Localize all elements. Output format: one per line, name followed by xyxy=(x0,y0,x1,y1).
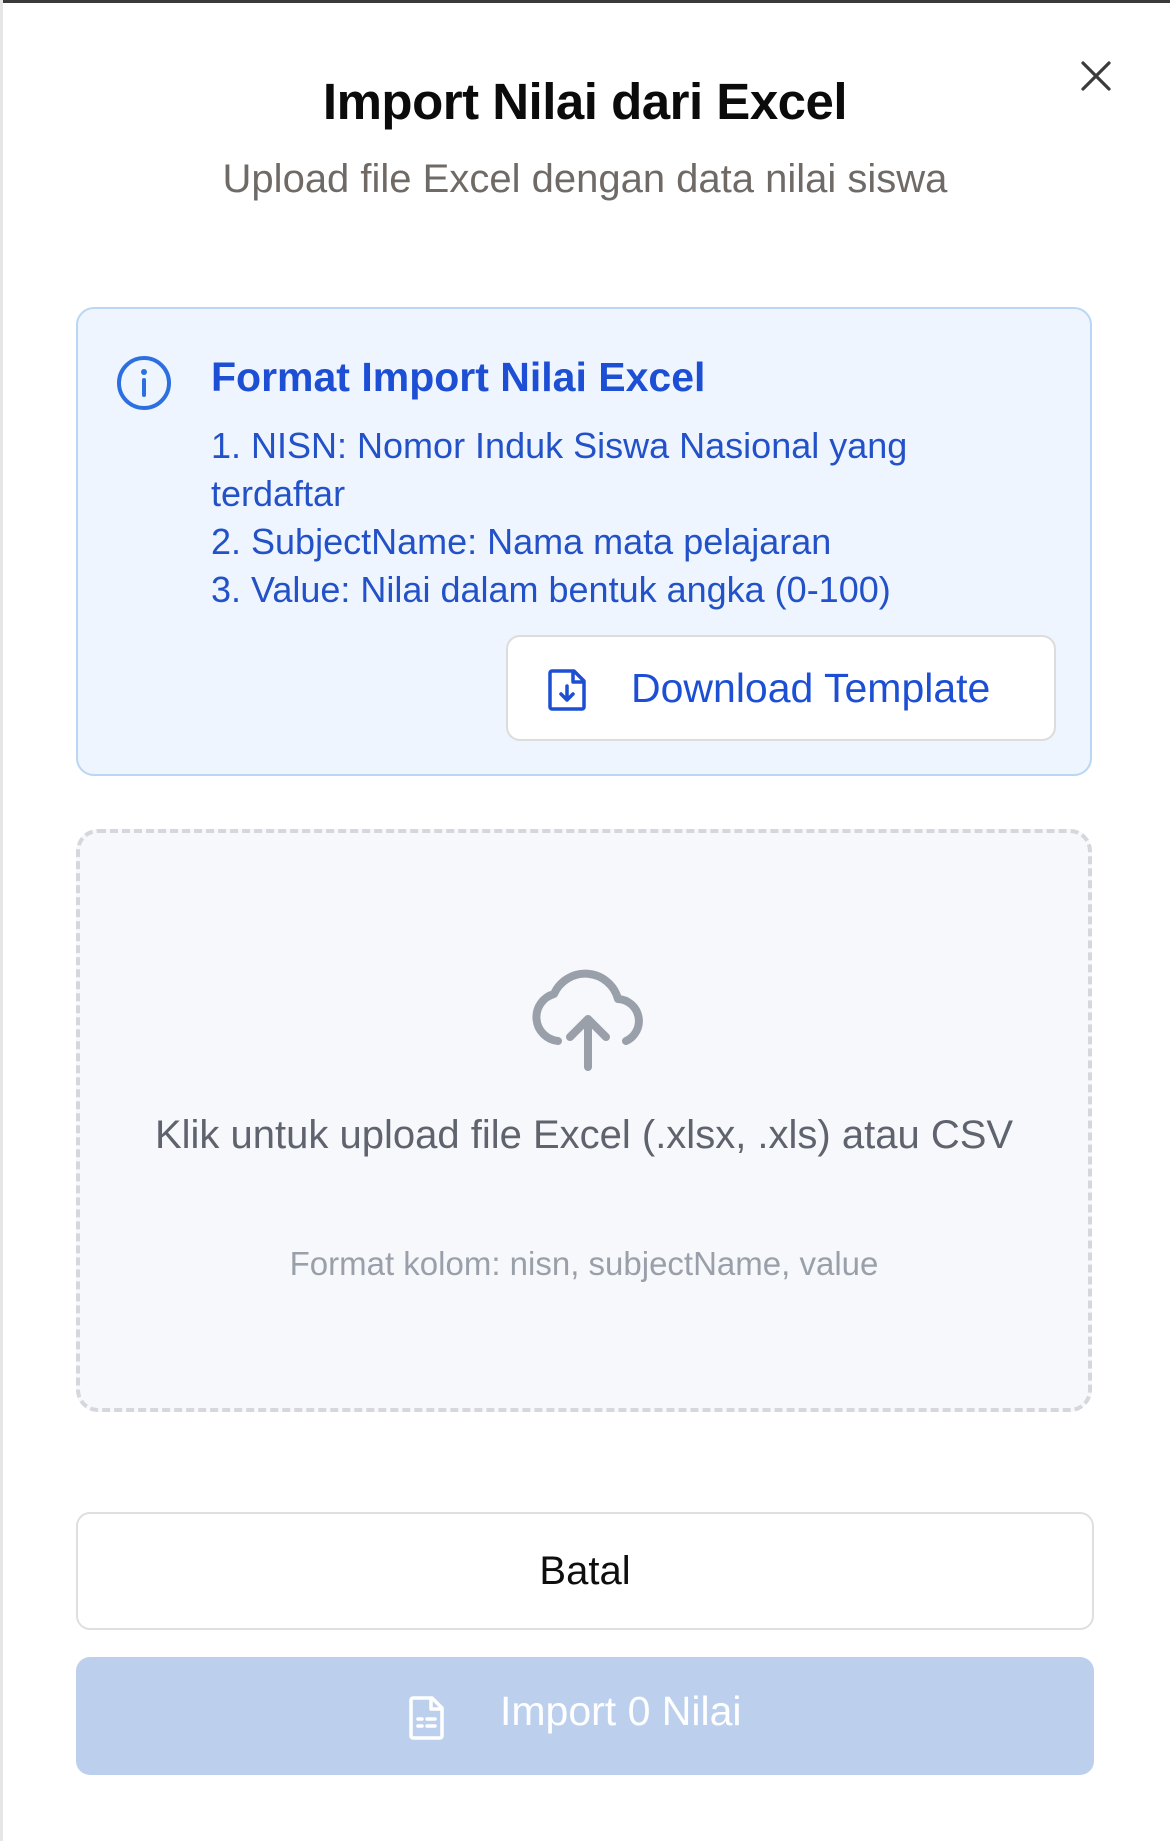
download-template-button[interactable]: Download Template xyxy=(506,635,1056,741)
cancel-button[interactable]: Batal xyxy=(76,1512,1094,1630)
download-template-label: Download Template xyxy=(631,665,991,711)
dialog-title: Import Nilai dari Excel xyxy=(322,73,848,130)
upload-column-hint: Format kolom: nisn, subjectName, value xyxy=(289,1245,879,1282)
file-download-icon xyxy=(548,669,586,711)
info-icon xyxy=(117,356,171,410)
format-item-nisn: 1. NISN: Nomor Induk Siswa Nasional yang… xyxy=(211,425,908,514)
format-info-box: Format Import Nilai Excel 1. NISN: Nomor… xyxy=(76,307,1092,776)
info-title: Format Import Nilai Excel xyxy=(211,354,706,400)
upload-instruction: Klik untuk upload file Excel (.xlsx, .xl… xyxy=(154,1113,1014,1157)
import-button[interactable]: Import 0 Nilai xyxy=(76,1657,1094,1775)
file-upload-dropzone[interactable]: Klik untuk upload file Excel (.xlsx, .xl… xyxy=(76,829,1092,1412)
format-list: 1. NISN: Nomor Induk Siswa Nasional yang… xyxy=(211,422,1031,614)
format-item-value: 3. Value: Nilai dalam bentuk angka (0-10… xyxy=(211,569,891,610)
import-button-label: Import 0 Nilai xyxy=(500,1688,742,1734)
spreadsheet-icon xyxy=(409,1696,444,1740)
cloud-upload-icon xyxy=(532,969,643,1071)
dialog-subtitle: Upload file Excel dengan data nilai sisw… xyxy=(222,157,948,201)
import-dialog: Import Nilai dari Excel Upload file Exce… xyxy=(0,0,1170,1841)
format-item-subject: 2. SubjectName: Nama mata pelajaran xyxy=(211,521,832,562)
